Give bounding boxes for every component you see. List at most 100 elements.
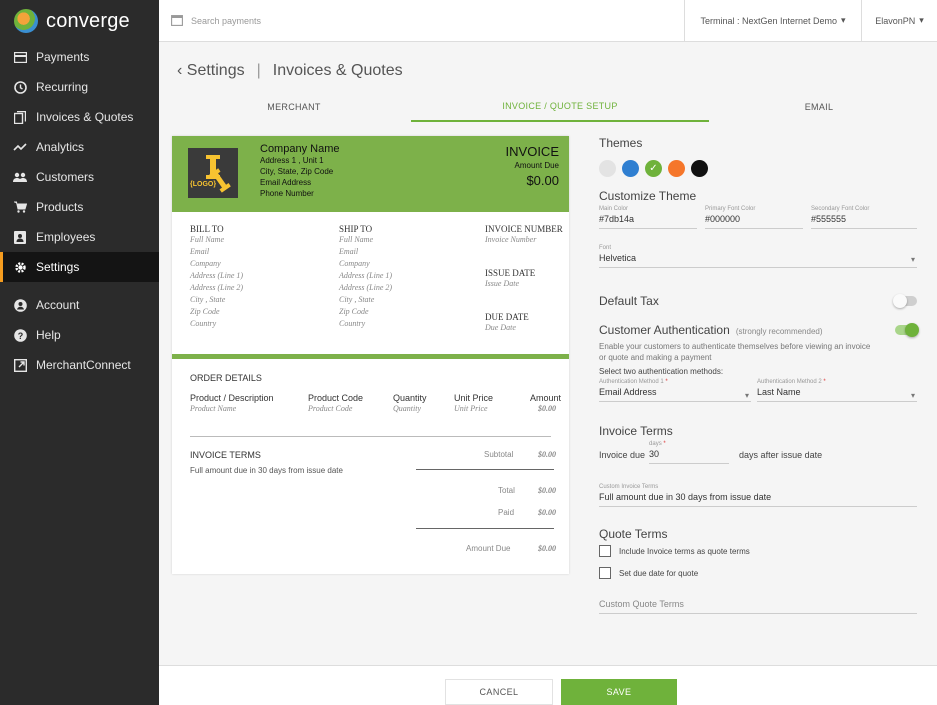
amount-due-value: $0.00 (526, 173, 559, 188)
top-bar: Search payments Terminal : NextGen Inter… (159, 0, 937, 42)
set-due-row: Set due date for quote (599, 567, 917, 579)
sidebar-item-label: Customers (36, 170, 95, 184)
main-content: ‹ Settings | Invoices & Quotes MERCHANT … (159, 42, 937, 705)
primary-font-color-field[interactable]: Primary Font Color #000000 (705, 206, 803, 229)
due-date-label: DUE DATE (485, 312, 529, 322)
tab-invoice-quote-setup[interactable]: INVOICE / QUOTE SETUP (411, 92, 709, 122)
sidebar-item-merchantconnect[interactable]: MerchantConnect (0, 350, 159, 380)
documents-icon (13, 110, 27, 124)
company-email: Email Address (260, 178, 312, 187)
main-color-field[interactable]: Main Color #7db14a (599, 206, 697, 229)
credit-card-icon (13, 50, 27, 64)
paid-value: $0.00 (538, 508, 556, 517)
sidebar-item-account[interactable]: Account (0, 290, 159, 320)
sidebar-item-products[interactable]: Products (0, 192, 159, 222)
order-divider (190, 436, 551, 437)
field-value: Last Name (757, 387, 801, 397)
tab-merchant[interactable]: MERCHANT (219, 92, 369, 122)
terminal-selector[interactable]: Terminal : NextGen Internet Demo ▾ (684, 0, 861, 42)
field-label: Authentication Method 1 (599, 379, 664, 385)
set-due-date-checkbox[interactable] (599, 567, 611, 579)
tab-email[interactable]: EMAIL (744, 92, 894, 122)
order-cell-product: Product Name (190, 404, 237, 413)
theme-swatch-black[interactable] (691, 160, 708, 177)
save-button[interactable]: SAVE (561, 679, 677, 705)
set-due-label: Set due date for quote (619, 568, 699, 578)
sidebar-item-employees[interactable]: Employees (0, 222, 159, 252)
company-logo: {LOGO} (188, 148, 238, 198)
field-label: Primary Font Color (705, 206, 756, 212)
gear-icon (13, 260, 27, 274)
default-tax-toggle[interactable] (893, 294, 917, 308)
sidebar-item-customers[interactable]: Customers (0, 162, 159, 192)
caret-down-icon: ▾ (841, 15, 846, 25)
user-menu[interactable]: ElavonPN ▾ (861, 0, 937, 42)
include-terms-label: Include Invoice terms as quote terms (619, 546, 750, 556)
invoice-title-block: INVOICE Amount Due $0.00 (506, 144, 559, 188)
theme-swatch-gray[interactable] (599, 160, 616, 177)
font-select[interactable]: Font Helvetica ▾ (599, 245, 917, 268)
default-tax-label: Default Tax (599, 294, 659, 308)
paid-label: Paid (498, 508, 515, 517)
back-link[interactable]: ‹ Settings (177, 62, 245, 80)
sidebar-item-label: Recurring (36, 80, 89, 94)
total-label: Total (498, 486, 515, 495)
clock-icon (13, 80, 27, 94)
sidebar-item-label: Settings (36, 260, 80, 274)
field-label: Custom Invoice Terms (599, 484, 659, 490)
sidebar-item-payments[interactable]: Payments (0, 42, 159, 72)
terminal-label: Terminal : NextGen Internet Demo (700, 15, 838, 26)
custom-quote-terms-input[interactable]: Custom Quote Terms (599, 599, 917, 614)
logo[interactable]: converge (0, 0, 159, 42)
search-bar[interactable]: Search payments (159, 14, 684, 28)
sidebar-item-invoices-quotes[interactable]: Invoices & Quotes (0, 102, 159, 132)
auth-title: Customer Authentication (599, 323, 730, 337)
auth-toggle[interactable] (895, 323, 919, 337)
sidebar-item-label: Help (36, 328, 61, 342)
company-city: City, State, Zip Code (260, 167, 334, 176)
field-value: #555555 (811, 214, 847, 224)
sidebar-item-recurring[interactable]: Recurring (0, 72, 159, 102)
order-cell-code: Product Code (308, 404, 353, 413)
invoice-due-days-field[interactable]: days * 30 (649, 441, 730, 464)
company-name: Company Name (260, 143, 340, 155)
ship-to-line: Address (Line 2) (339, 283, 393, 292)
field-value: Helvetica (599, 253, 637, 263)
bill-to-line: Email (190, 247, 210, 256)
bill-to-line: Zip Code (190, 307, 220, 316)
order-header-product: Product / Description (190, 393, 274, 403)
logo-text: converge (46, 9, 130, 32)
auth-method-2-select[interactable]: Authentication Method 2 * Last Name ▾ (757, 379, 917, 402)
invoice-number-label: INVOICE NUMBER (485, 224, 563, 234)
custom-invoice-terms-field[interactable]: Custom Invoice Terms Full amount due in … (599, 484, 917, 507)
ship-to-line: City , State (339, 295, 375, 304)
color-fields: Main Color #7db14a Primary Font Color #0… (599, 206, 917, 229)
ship-to-line: Address (Line 1) (339, 271, 393, 280)
theme-swatch-green[interactable]: ✓ (645, 160, 662, 177)
sidebar-item-analytics[interactable]: Analytics (0, 132, 159, 162)
sidebar-item-label: Analytics (36, 140, 85, 154)
include-terms-checkbox[interactable] (599, 545, 611, 557)
field-value: Full amount due in 30 days from issue da… (599, 492, 772, 502)
order-header-quantity: Quantity (393, 393, 427, 403)
sidebar-item-label: Employees (36, 230, 96, 244)
theme-swatch-blue[interactable] (622, 160, 639, 177)
bill-to-line: Address (Line 1) (190, 271, 244, 280)
search-input[interactable]: Search payments (191, 16, 261, 26)
caret-down-icon: ▾ (744, 391, 749, 400)
cancel-button[interactable]: CANCEL (445, 679, 553, 705)
auth-method-1-select[interactable]: Authentication Method 1 * Email Address … (599, 379, 751, 402)
field-label: Secondary Font Color (811, 206, 870, 212)
sidebar-item-help[interactable]: ? Help (0, 320, 159, 350)
bill-to-line: Country (190, 319, 217, 328)
order-header-code: Product Code (308, 393, 364, 403)
help-icon: ? (13, 328, 27, 342)
sidebar-divider (0, 282, 159, 290)
order-cell-quantity: Quantity (393, 404, 421, 413)
theme-swatch-orange[interactable] (668, 160, 685, 177)
invoice-terms-text: Full amount due in 30 days from issue da… (190, 466, 343, 475)
secondary-font-color-field[interactable]: Secondary Font Color #555555 (811, 206, 917, 229)
amount-due-total-value: $0.00 (538, 544, 556, 553)
sidebar-item-settings[interactable]: Settings (0, 252, 159, 282)
ship-to-line: Company (339, 259, 370, 268)
